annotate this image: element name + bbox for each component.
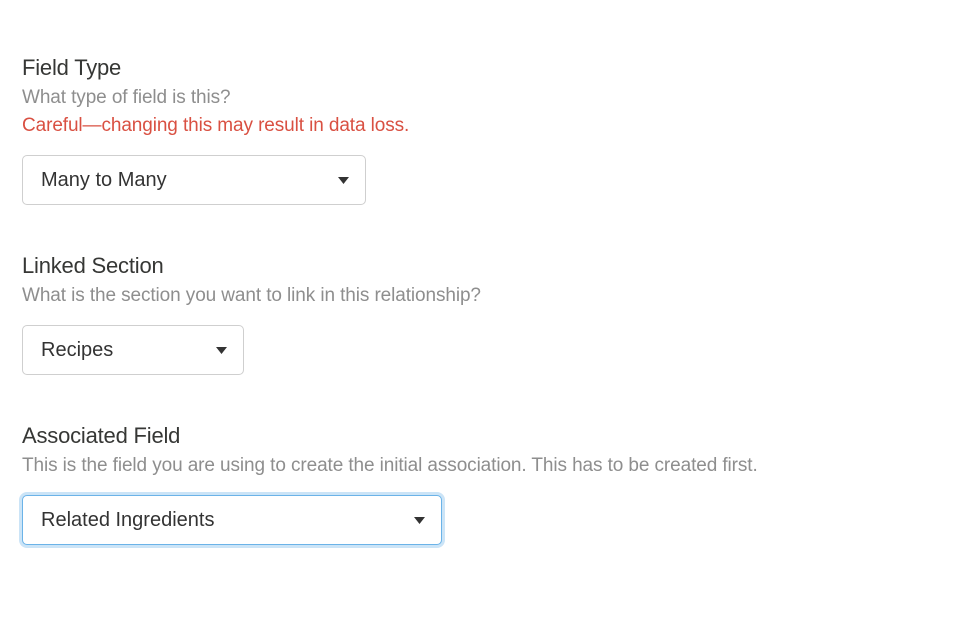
caret-down-icon: [414, 517, 425, 524]
associated-field-description: This is the field you are using to creat…: [22, 455, 940, 477]
linked-section-heading: Linked Section: [22, 253, 940, 279]
field-type-heading: Field Type: [22, 55, 940, 81]
associated-field-select-label: Related Ingredients: [41, 509, 214, 532]
caret-down-icon: [338, 177, 349, 184]
associated-field-group: Associated Field This is the field you a…: [22, 423, 940, 545]
field-type-select[interactable]: Many to Many: [22, 155, 366, 205]
caret-down-icon: [216, 347, 227, 354]
field-type-select-label: Many to Many: [41, 169, 167, 192]
linked-section-select-label: Recipes: [41, 339, 113, 362]
field-type-description: What type of field is this?: [22, 87, 940, 109]
field-type-group: Field Type What type of field is this? C…: [22, 55, 940, 205]
field-type-warning: Careful—changing this may result in data…: [22, 115, 940, 137]
linked-section-select[interactable]: Recipes: [22, 325, 244, 375]
associated-field-select[interactable]: Related Ingredients: [22, 495, 442, 545]
linked-section-group: Linked Section What is the section you w…: [22, 253, 940, 375]
linked-section-description: What is the section you want to link in …: [22, 285, 940, 307]
associated-field-heading: Associated Field: [22, 423, 940, 449]
